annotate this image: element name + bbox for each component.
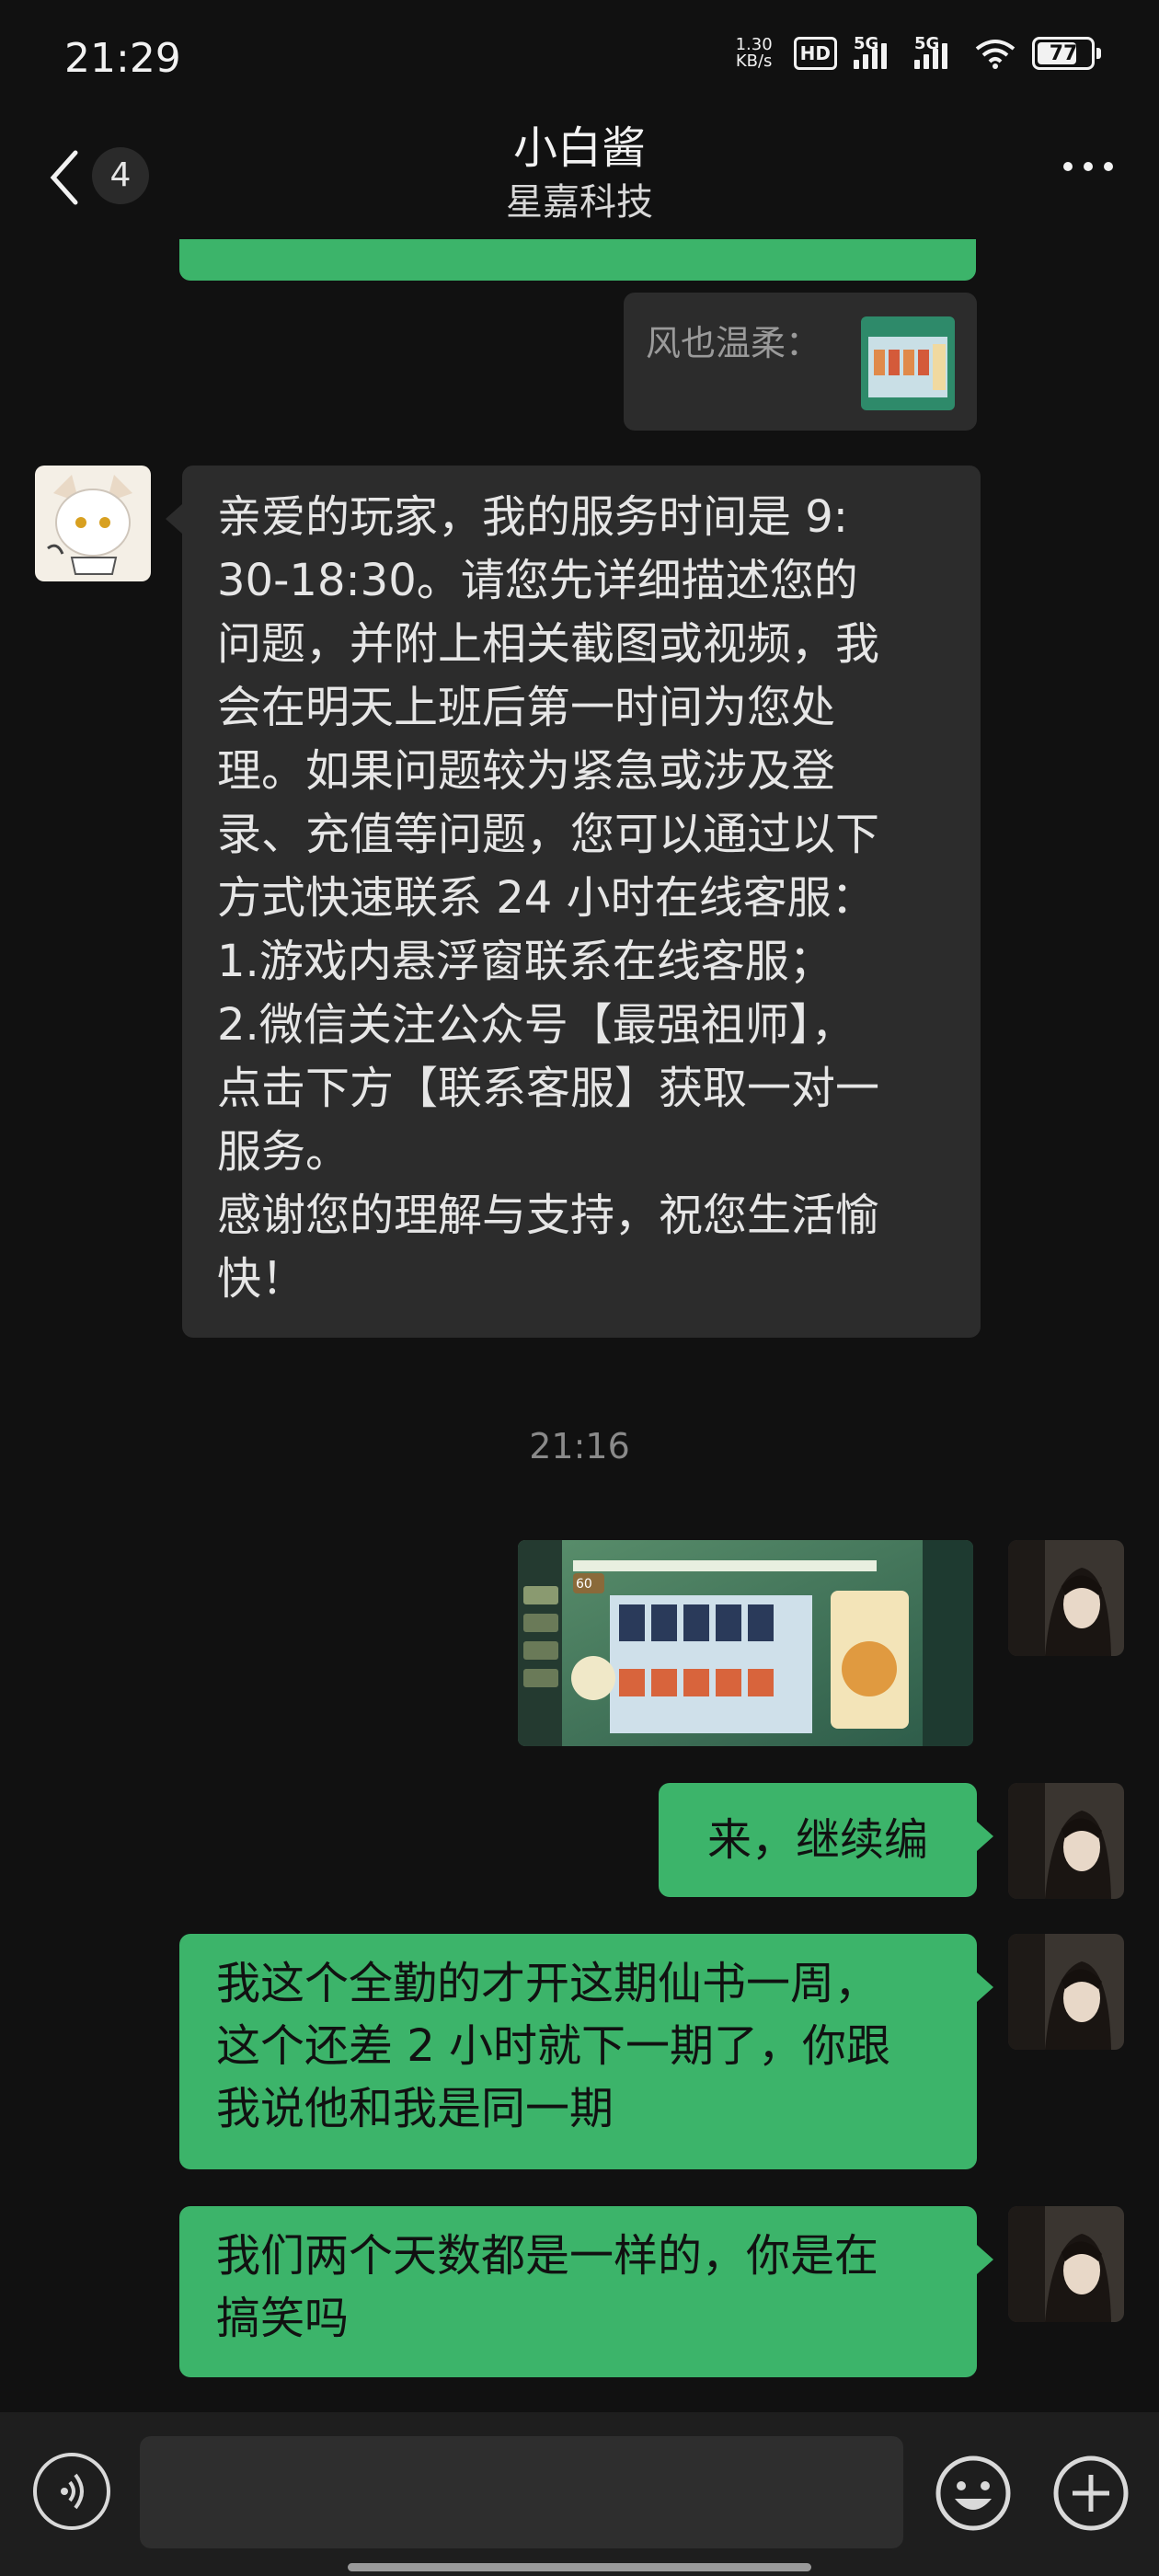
input-bar [0,2412,1159,2576]
chat-header: 4 小白酱 星嘉科技 [0,120,1159,239]
network-speed-unit: KB/s [735,52,773,71]
message-line: 我这个全勤的才开这期仙书一周， [216,1958,879,2009]
signal-icon-2: 5G [914,34,958,69]
image-badge: 60 [576,1577,592,1592]
message-input[interactable] [140,2436,903,2548]
plus-icon[interactable] [1050,2453,1131,2534]
wifi-icon [975,40,1016,69]
quote-sender: 风也温柔： [646,323,821,363]
reply-line: 方式快速联系 24 小时在线客服： [217,872,876,924]
message-text: 来，继续编 [706,1814,928,1866]
signal-icon-1: 5G [854,34,898,69]
battery-level: 77 [1049,41,1078,65]
my-message-bubble[interactable]: 我们两个天数都是一样的，你是在 搞笑吗 [179,2206,993,2377]
voice-icon[interactable] [33,2453,110,2530]
status-icons: 1.30 KB/s HD 5G 5G 77 [731,34,1101,70]
quote-thumbnail[interactable] [861,316,955,410]
reply-line: 会在明天上班后第一时间为您处 [217,682,836,733]
reply-line: 快！ [217,1253,306,1305]
more-dots-icon[interactable] [1063,162,1113,171]
image-message[interactable]: 60 [518,1540,973,1746]
reply-message-bubble[interactable]: 亲爱的玩家，我的服务时间是 9: 30-18:30。请您先详细描述您的 问题，并… [166,466,981,1338]
my-message-bubble[interactable]: 来，继续编 [659,1783,993,1897]
battery-icon: 77 [1032,37,1101,70]
quote-bubble[interactable]: 风也温柔： [624,293,977,431]
reply-line: 服务。 [217,1126,350,1178]
reply-line: 问题，并附上相关截图或视频，我 [217,618,880,670]
network-speed: 1.30 KB/s [731,37,777,70]
reply-line: 2.微信关注公众号【最强祖师】， [217,999,855,1051]
home-indicator[interactable] [348,2563,811,2571]
reply-line: 点击下方【联系客服】获取一对一 [217,1063,880,1114]
my-message-bubble[interactable]: 我这个全勤的才开这期仙书一周， 这个还差 2 小时就下一期了，你跟 我说他和我是… [179,1934,993,2169]
reply-line: 感谢您的理解与支持，祝您生活愉 [217,1190,880,1241]
status-time: 21:29 [64,35,181,82]
signal-label-1: 5G [854,34,879,53]
status-bar: 21:29 1.30 KB/s HD 5G 5G 77 [0,0,1159,120]
message-line: 我们两个天数都是一样的，你是在 [216,2230,879,2282]
reply-line: 30-18:30。请您先详细描述您的 [217,555,858,606]
message-timestamp: 21:16 [529,1426,630,1466]
my-avatar[interactable] [1008,1540,1124,1656]
my-avatar[interactable] [1008,1783,1124,1899]
reply-line: 亲爱的玩家，我的服务时间是 9: [217,491,848,543]
hd-icon: HD [793,37,837,70]
my-avatar[interactable] [1008,2206,1124,2322]
contact-avatar[interactable] [35,466,151,581]
reply-line: 理。如果问题较为紧急或涉及登 [217,745,836,797]
message-line: 我说他和我是同一期 [216,2083,614,2134]
message-line: 这个还差 2 小时就下一期了，你跟 [216,2020,891,2072]
my-avatar[interactable] [1008,1934,1124,2050]
chat-title: 小白酱 [512,122,646,174]
signal-label-2: 5G [914,34,940,53]
chat-subtitle: 星嘉科技 [506,181,653,224]
emoji-icon[interactable] [933,2453,1014,2534]
reply-line: 1.游戏内悬浮窗联系在线客服； [217,936,833,987]
reply-line: 录、充值等问题，您可以通过以下 [217,809,880,860]
message-line: 搞笑吗 [216,2293,350,2344]
